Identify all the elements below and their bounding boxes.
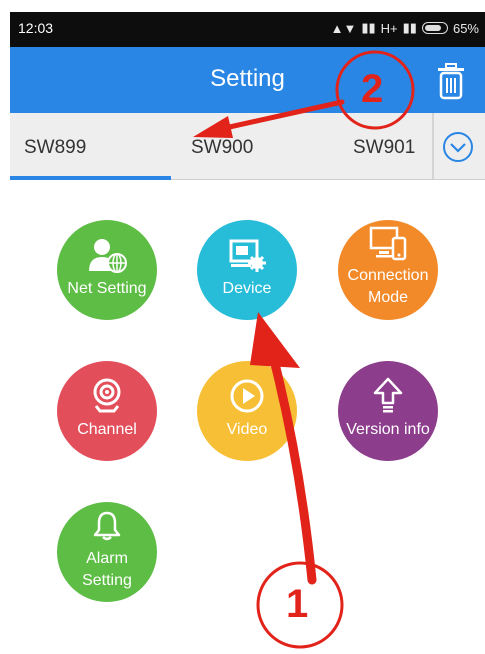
status-indicators: ▲▼ ▮▮ H+ ▮▮ 65% <box>331 20 479 36</box>
page-title: Setting <box>210 65 285 92</box>
status-time: 12:03 <box>18 20 54 36</box>
signal-icon: ▲▼ <box>330 20 357 36</box>
version-info-label: Version info <box>346 421 430 438</box>
tab-sw900[interactable]: SW900 <box>191 137 253 159</box>
alarm-setting-button[interactable]: Alarm Setting <box>57 502 157 602</box>
tab-divider <box>432 113 434 179</box>
device-label: Device <box>222 280 272 297</box>
battery-icon <box>421 22 448 34</box>
device-tab-bar: SW899 SW900 SW901 <box>10 113 485 180</box>
video-button[interactable]: Video <box>197 361 297 461</box>
camera-icon <box>93 378 121 413</box>
tab-sw901[interactable]: SW901 <box>353 137 415 159</box>
device-button[interactable]: Device <box>197 220 297 320</box>
alarm-setting-label-line2: Setting <box>82 572 132 589</box>
network-type: H+ <box>380 20 398 36</box>
bell-icon <box>93 511 121 541</box>
device-icon <box>229 239 266 272</box>
net-setting-icon <box>89 239 127 273</box>
delete-button[interactable] <box>433 61 469 101</box>
tab-sw899[interactable]: SW899 <box>24 137 86 159</box>
tab-selected-indicator <box>10 176 171 180</box>
net-setting-label: Net Setting <box>67 280 147 297</box>
video-label: Video <box>226 421 268 438</box>
play-icon <box>230 379 264 413</box>
status-bar: 12:03 ▲▼ ▮▮ H+ ▮▮ 65% <box>10 12 485 47</box>
upload-arrow-icon <box>373 377 403 413</box>
signal-bars-icon: ▮▮ <box>361 20 376 35</box>
version-info-button[interactable]: Version info <box>338 361 438 461</box>
connection-mode-label-line1: Connection <box>347 267 429 284</box>
connection-mode-label-line2: Mode <box>367 289 409 306</box>
net-setting-button[interactable]: Net Setting <box>57 220 157 320</box>
channel-label: Channel <box>77 421 137 438</box>
title-bar: Setting <box>10 47 485 113</box>
connection-mode-icon <box>369 226 407 261</box>
chevron-down-icon <box>443 132 473 162</box>
expand-tabs-button[interactable] <box>442 131 474 163</box>
annotation-number-2: 2 <box>361 67 384 111</box>
signal-bars-icon-2: ▮▮ <box>402 20 417 35</box>
connection-mode-button[interactable]: Connection Mode <box>338 220 438 320</box>
battery-level: 65% <box>452 20 479 36</box>
channel-button[interactable]: Channel <box>57 361 157 461</box>
trash-icon <box>438 63 464 100</box>
alarm-setting-label-line1: Alarm <box>86 550 128 567</box>
annotation-number-1: 1 <box>286 582 309 626</box>
